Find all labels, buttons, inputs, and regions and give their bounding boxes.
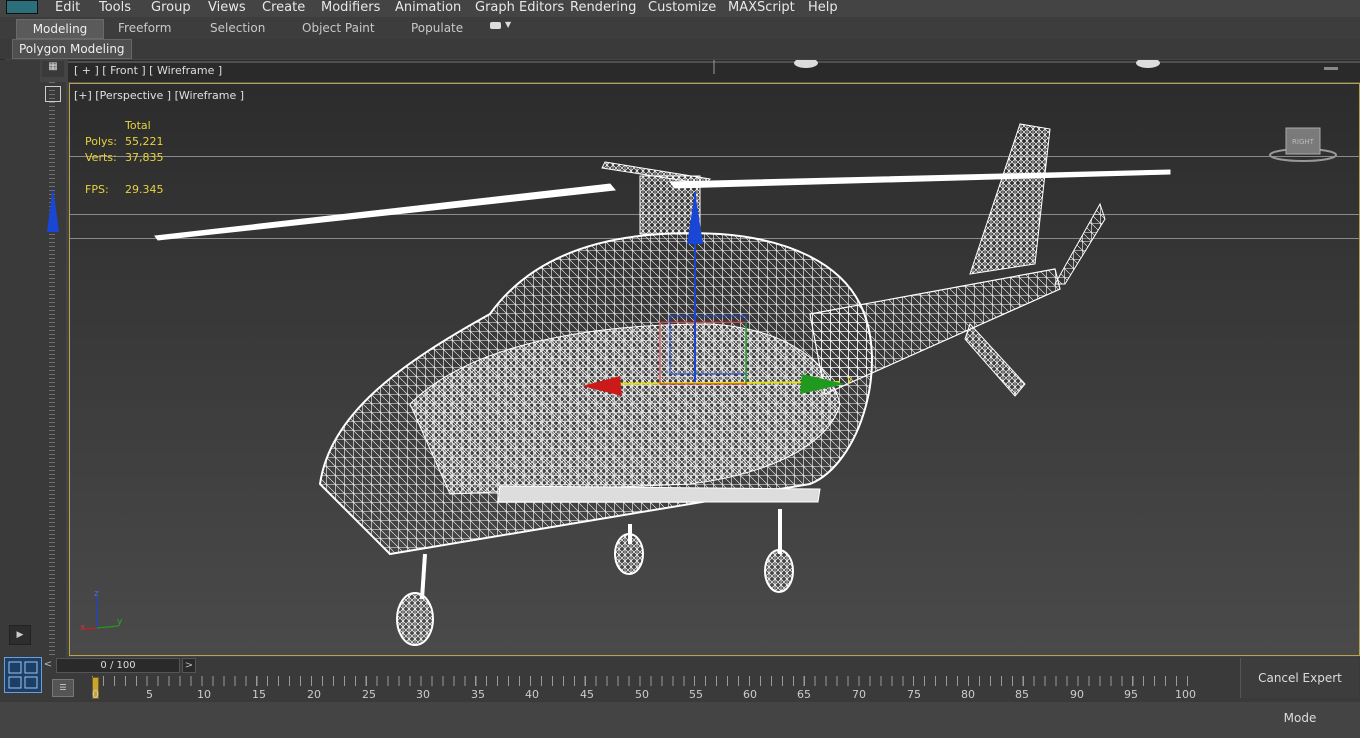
track-bar-ticks <box>92 676 1192 686</box>
cancel-expert-mode-button[interactable]: Cancel Expert Mode <box>1240 658 1359 725</box>
axis-y-label: y <box>117 617 123 627</box>
front-viewport-label[interactable]: [ + ] [ Front ] [ Wireframe ] <box>74 64 222 77</box>
menu-help[interactable]: Help <box>808 0 838 17</box>
ribbon-toggle-icon <box>490 22 501 29</box>
helicopter-wireframe[interactable]: y z x y <box>70 84 1359 655</box>
ribbon-panel-bar <box>0 39 1360 59</box>
time-slider-next-button[interactable]: > <box>182 658 196 673</box>
z-axis-cone-icon <box>47 187 59 232</box>
time-slider-prev-button[interactable]: < <box>42 658 54 671</box>
tick-label: 85 <box>1015 688 1029 701</box>
menu-graph-editors[interactable]: Graph Editors <box>475 0 564 17</box>
menu-tools[interactable]: Tools <box>99 0 131 17</box>
tick-label: 55 <box>689 688 703 701</box>
chevron-down-icon: ▼ <box>505 20 512 29</box>
axis-z-label: z <box>94 589 99 599</box>
tick-label: 10 <box>197 688 211 701</box>
front-viewport[interactable] <box>68 60 1360 83</box>
time-slider[interactable]: 0 / 100 <box>56 658 180 673</box>
menu-edit[interactable]: Edit <box>55 0 80 17</box>
tab-object-paint[interactable]: Object Paint <box>302 19 375 37</box>
menu-modifiers[interactable]: Modifiers <box>321 0 380 17</box>
tick-label: 60 <box>743 688 757 701</box>
tick-label: 75 <box>907 688 921 701</box>
gizmo-y-label: y <box>847 375 853 385</box>
tab-freeform[interactable]: Freeform <box>118 19 171 37</box>
left-toolbar <box>0 60 40 660</box>
tick-label: 100 <box>1175 688 1196 701</box>
axis-tripod: z x y <box>80 589 123 633</box>
tab-selection[interactable]: Selection <box>210 19 265 37</box>
tick-label: 25 <box>362 688 376 701</box>
ruler-track <box>49 82 55 657</box>
tick-label: 30 <box>416 688 430 701</box>
tick-label: 90 <box>1070 688 1084 701</box>
safe-frame-icon[interactable] <box>45 86 61 102</box>
tick-label: 20 <box>307 688 321 701</box>
menu-animation[interactable]: Animation <box>395 0 461 17</box>
tick-label: 0 <box>92 688 99 701</box>
tick-label: 40 <box>525 688 539 701</box>
tick-label: 45 <box>580 688 594 701</box>
tick-label: 35 <box>471 688 485 701</box>
tab-modeling[interactable]: Modeling <box>16 19 104 39</box>
menu-rendering[interactable]: Rendering <box>570 0 636 17</box>
tick-label: 5 <box>146 688 153 701</box>
tick-label: 65 <box>797 688 811 701</box>
vertical-ruler <box>40 82 66 657</box>
viewport-config-icon[interactable]: ▦ <box>42 61 64 77</box>
menu-bar: Edit Tools Group Views Create Modifiers … <box>0 0 1360 17</box>
viewport-layout-icon[interactable] <box>4 657 42 693</box>
menu-views[interactable]: Views <box>208 0 246 17</box>
axis-x-label: x <box>80 623 86 633</box>
menu-maxscript[interactable]: MAXScript <box>728 0 795 17</box>
polygon-modeling-panel[interactable]: Polygon Modeling <box>12 39 132 59</box>
key-filter-icon[interactable]: ☰ <box>52 679 74 697</box>
ribbon: Modeling Freeform Selection Object Paint… <box>0 17 1360 40</box>
tick-label: 50 <box>635 688 649 701</box>
grid-icon <box>8 661 38 689</box>
tick-label: 95 <box>1124 688 1138 701</box>
menu-create[interactable]: Create <box>262 0 305 17</box>
menu-group[interactable]: Group <box>151 0 191 17</box>
front-viewport-ruler <box>68 60 1360 74</box>
perspective-viewport[interactable]: [+] [Perspective ] [Wireframe ] Total Po… <box>69 83 1360 656</box>
tab-populate[interactable]: Populate <box>411 19 463 37</box>
tick-label: 15 <box>252 688 266 701</box>
tick-label: 80 <box>961 688 975 701</box>
menu-customize[interactable]: Customize <box>648 0 716 17</box>
tick-label: 70 <box>852 688 866 701</box>
app-icon[interactable] <box>6 0 38 14</box>
play-icon[interactable]: ▶ <box>9 625 31 645</box>
ribbon-options-dropdown[interactable]: ▼ <box>488 20 514 34</box>
